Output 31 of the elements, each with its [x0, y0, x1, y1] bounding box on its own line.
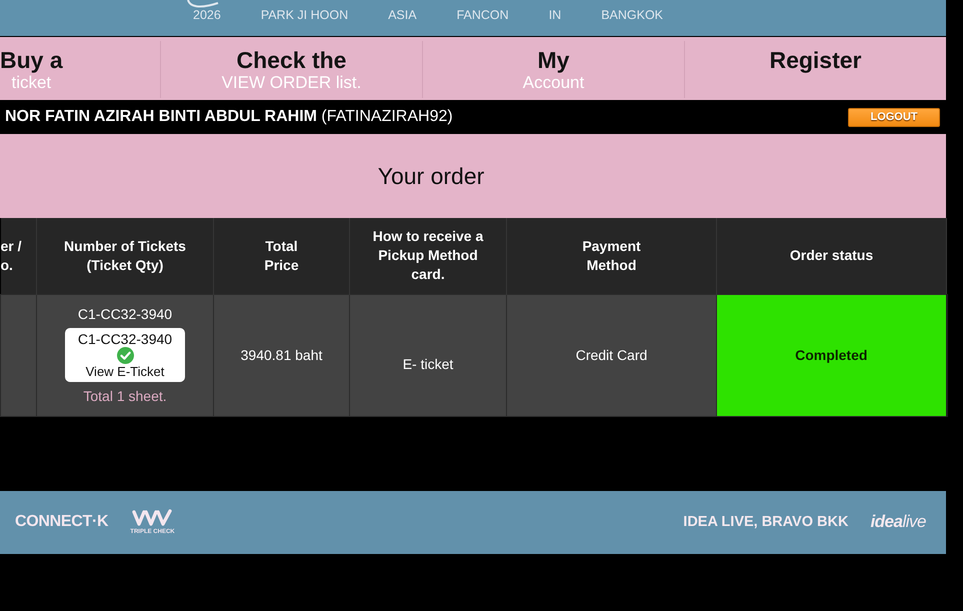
column-header: Number of Tickets (Ticket Qty) — [36, 218, 214, 294]
ticket-total: Total 1 sheet. — [83, 388, 167, 404]
checkmarks-logo-icon — [132, 509, 172, 527]
nav-link[interactable]: My Account — [522, 48, 584, 93]
nav-link[interactable]: Check the VIEW ORDER list. — [222, 48, 362, 93]
check-circle-icon — [116, 346, 134, 364]
banner-text: ASIA — [388, 8, 417, 22]
banner-text: 2026 — [192, 8, 221, 22]
column-header: How to receive a Pickup Method card. — [350, 218, 506, 294]
column-header: Payment Method — [506, 218, 716, 294]
ticket-code: C1-CC32-3940 — [78, 306, 172, 322]
banner-text: PARK JI HOON — [260, 8, 348, 22]
banner-text: FANCON — [456, 8, 509, 22]
logo-text: CONNECT·K — [15, 513, 108, 531]
e-ticket-link[interactable]: C1-CC32-3940 View E-Ticket — [65, 328, 185, 382]
swirl-logo-icon — [186, 0, 220, 9]
banner-text: IN — [548, 8, 562, 22]
table-cell: E- ticket — [350, 294, 506, 416]
column-header: Order status — [716, 218, 946, 294]
banner-text: BANGKOK — [601, 8, 664, 22]
credits-text: IDEA LIVE, BRAVO BKK — [683, 514, 848, 530]
nav-link[interactable]: Register — [769, 48, 862, 73]
table-cell: Credit Card — [506, 294, 716, 416]
page-title: Your order — [378, 162, 484, 190]
column-header: er / o. — [0, 218, 36, 294]
user-name: NOR FATIN AZIRAH BINTI ABDUL RAHIM (FATINAZIRAH92) — [5, 108, 453, 126]
nav-link[interactable]: Buy a ticket — [0, 48, 63, 93]
status-cell: Completed — [716, 294, 946, 416]
table-cell: 3940.81 baht — [214, 294, 350, 416]
brand-logo-text: idealive — [870, 512, 926, 532]
column-header: Total Price — [214, 218, 350, 294]
